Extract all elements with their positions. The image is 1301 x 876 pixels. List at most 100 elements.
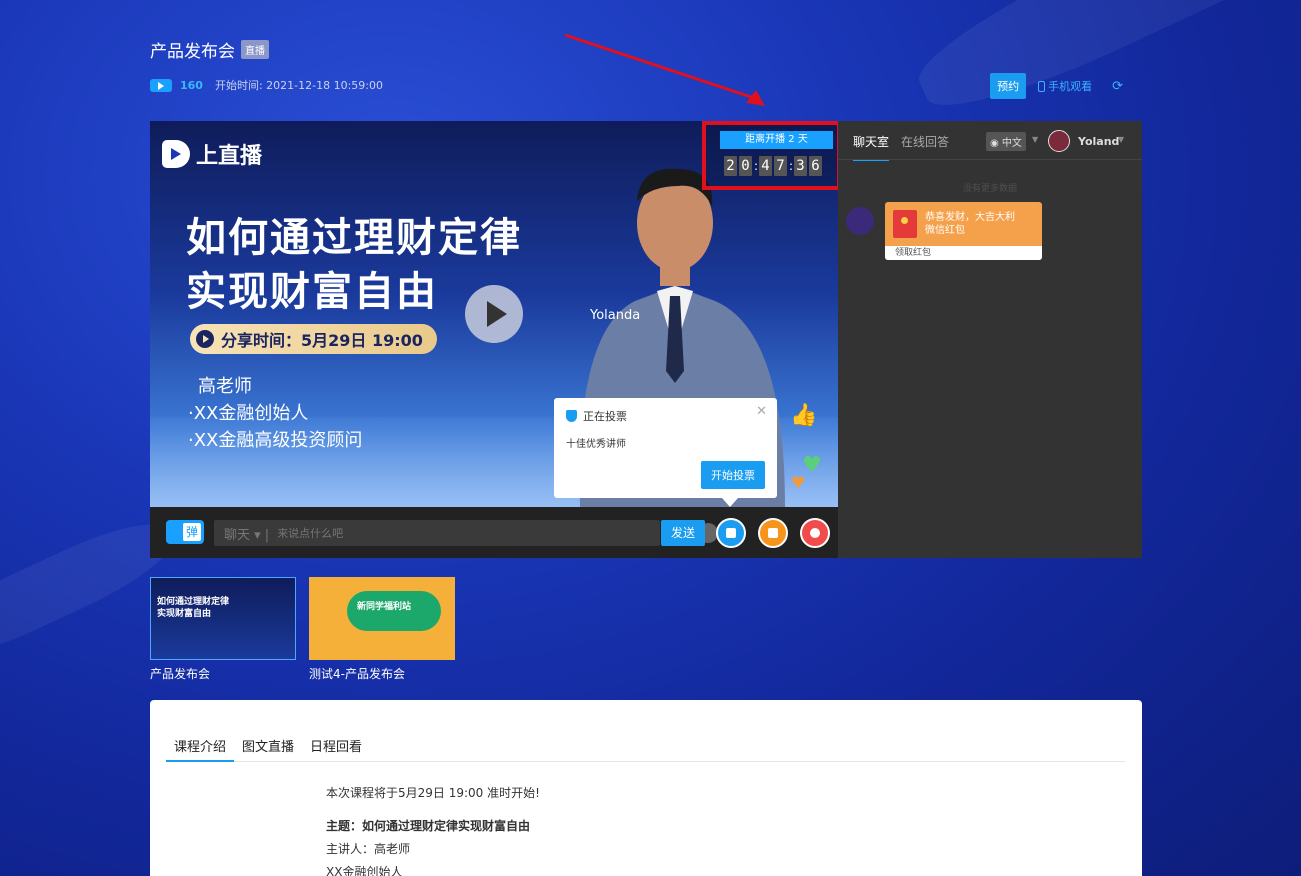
tab-schedule-replay[interactable]: 日程回看: [302, 736, 370, 762]
phone-icon: [1038, 80, 1046, 92]
view-count: 160: [180, 78, 203, 92]
thumbnail-headline-1: 如何通过理财定律: [157, 597, 230, 607]
tab-chatroom[interactable]: 聊天室: [853, 133, 890, 161]
desc-subject: 主题：如何通过理财定律实现财富自由: [326, 819, 531, 833]
mobile-watch-link[interactable]: 手机观看: [1038, 78, 1092, 94]
video-player[interactable]: 上直播 如何通过理财定律 实现财富自由 分享时间：5月29日 19:00 高老师…: [150, 121, 838, 558]
vote-popup: 正在投票 ✕ 十佳优秀讲师 开始投票: [554, 398, 777, 507]
page-title: 产品发布会: [150, 42, 235, 62]
share-icon[interactable]: ⟳: [1112, 79, 1123, 94]
chat-mode-select[interactable]: 聊天 ▾ |: [214, 524, 277, 543]
medal-icon: [566, 410, 577, 422]
gift-button[interactable]: [758, 518, 788, 548]
thumbnail-item[interactable]: 新同学福利站 测试4-产品发布会: [309, 577, 455, 682]
countdown-box: 距离开播 2 天 2 0 : 4 7 : 3 6: [702, 121, 838, 190]
content-tabs: 课程介绍 图文直播 日程回看: [166, 736, 1125, 762]
divider: [838, 159, 1142, 160]
red-packet-icon: [893, 210, 917, 238]
mobile-watch-label: 手机观看: [1048, 80, 1093, 93]
thumbs-up-icon: 👍: [790, 403, 818, 428]
chevron-down-icon: ▼: [1032, 135, 1039, 144]
teacher-info: 高老师 ·XX金融创始人 ·XX金融高级投资顾问: [188, 373, 362, 454]
chat-input[interactable]: [277, 526, 618, 540]
chat-input-wrap: 聊天 ▾ |: [214, 520, 718, 546]
claim-red-packet[interactable]: 领取红包: [885, 246, 1042, 260]
countdown-separator: :: [789, 159, 794, 173]
logo-text: 上直播: [196, 144, 263, 169]
course-description: 本次课程将于5月29日 19:00 准时开始! 主题：如何通过理财定律实现财富自…: [326, 782, 540, 876]
send-button[interactable]: 发送: [661, 520, 705, 546]
chevron-down-icon: ▼: [1118, 135, 1125, 144]
vote-item: 十佳优秀讲师: [566, 439, 626, 450]
countdown-digit: 0: [739, 156, 752, 176]
desc-speaker-title: XX金融创始人: [326, 865, 403, 876]
header-actions: 预约 手机观看 ⟳: [990, 73, 1123, 99]
close-icon[interactable]: ✕: [756, 404, 767, 419]
countdown-digit: 2: [724, 156, 737, 176]
play-circle-icon: [196, 330, 214, 348]
like-button[interactable]: [800, 518, 830, 548]
start-time: 开始时间: 2021-12-18 10:59:00: [214, 79, 383, 92]
logo-icon: [162, 140, 190, 168]
meta-row: 160 开始时间: 2021-12-18 10:59:00: [150, 77, 383, 93]
thumbnail-headline: 如何通过理财定律 实现财富自由: [157, 596, 229, 620]
reserve-button[interactable]: 预约: [990, 73, 1027, 99]
language-label: 中文: [1001, 138, 1022, 149]
player-control-bar: 弹 聊天 ▾ | 发送: [150, 507, 838, 558]
course-content-card: 课程介绍 图文直播 日程回看 本次课程将于5月29日 19:00 准时开始! 主…: [150, 700, 1142, 876]
vote-title: 正在投票: [583, 410, 627, 423]
red-packet-greeting: 恭喜发财，大吉大利: [925, 212, 1015, 223]
view-count-icon: [150, 78, 172, 92]
tab-course-intro[interactable]: 课程介绍: [166, 736, 235, 762]
share-time-text: 分享时间：5月29日 19:00: [221, 331, 423, 350]
language-select[interactable]: ◉ 中文: [986, 132, 1026, 151]
countdown-digit: 6: [809, 156, 822, 176]
message-avatar: [846, 207, 874, 235]
orange-heart-icon: ♥: [791, 473, 806, 492]
countdown-digit: 3: [794, 156, 807, 176]
countdown-digit: 4: [759, 156, 772, 176]
thumbnail-banner-text: 新同学福利站: [357, 602, 412, 612]
countdown-label: 距离开播 2 天: [720, 131, 833, 149]
countdown-digits: 2 0 : 4 7 : 3 6: [724, 156, 822, 176]
chat-mode-label: 聊天: [224, 527, 251, 543]
vote-header: 正在投票: [566, 408, 627, 424]
thumbnail-headline-2: 实现财富自由: [157, 609, 212, 619]
teacher-line-2: ·XX金融高级投资顾问: [188, 430, 363, 451]
headline-line-1: 如何通过理财定律: [186, 215, 522, 261]
teacher-line-1: ·XX金融创始人: [188, 403, 309, 424]
user-name[interactable]: Yoland: [1078, 135, 1119, 148]
background-streak: [904, 0, 1301, 132]
danmu-label: 弹: [183, 523, 201, 541]
danmu-toggle[interactable]: 弹: [166, 520, 204, 544]
presenter-name: Yolanda: [590, 308, 641, 323]
no-more-data: 没有更多数据: [962, 184, 1017, 194]
countdown-separator: :: [754, 159, 759, 173]
chat-panel: 聊天室 在线回答 ◉ 中文 ▼ Yoland ▼ 没有更多数据 恭喜发财，大吉大…: [838, 121, 1142, 558]
desc-line: 本次课程将于5月29日 19:00 准时开始!: [326, 786, 540, 800]
live-badge: 直播: [241, 40, 269, 59]
tab-online-answer[interactable]: 在线回答: [901, 133, 949, 161]
avatar[interactable]: [1048, 130, 1070, 152]
thumbnail-caption[interactable]: 测试4-产品发布会: [309, 665, 455, 682]
red-packet-text: 恭喜发财，大吉大利 微信红包: [925, 211, 1015, 237]
video-area[interactable]: 上直播 如何通过理财定律 实现财富自由 分享时间：5月29日 19:00 高老师…: [150, 121, 838, 507]
session-thumbnails: 如何通过理财定律 实现财富自由 产品发布会 新同学福利站 测试4-产品发布会: [150, 577, 455, 682]
thumbnail-caption[interactable]: 产品发布会: [150, 665, 296, 682]
share-time-pill: 分享时间：5月29日 19:00: [190, 324, 437, 354]
thumbnail-item[interactable]: 如何通过理财定律 实现财富自由 产品发布会: [150, 577, 296, 682]
title-row: 产品发布会 直播: [150, 37, 269, 62]
chat-tabs: 聊天室 在线回答: [853, 133, 949, 161]
red-packet-type: 微信红包: [925, 225, 965, 236]
desc-speaker: 主讲人：高老师: [326, 842, 411, 856]
tab-graphic-live[interactable]: 图文直播: [234, 736, 302, 762]
vote-stats-button[interactable]: [716, 518, 746, 548]
thumbnail-image[interactable]: 如何通过理财定律 实现财富自由: [150, 577, 296, 660]
play-button[interactable]: [465, 285, 523, 343]
start-vote-button[interactable]: 开始投票: [701, 461, 765, 489]
annotation-arrow: [564, 33, 765, 106]
countdown-digit: 7: [774, 156, 787, 176]
red-packet-message[interactable]: 恭喜发财，大吉大利 微信红包 领取红包: [885, 202, 1042, 260]
thumbnail-image[interactable]: 新同学福利站: [309, 577, 455, 660]
teacher-name: 高老师: [198, 376, 252, 397]
